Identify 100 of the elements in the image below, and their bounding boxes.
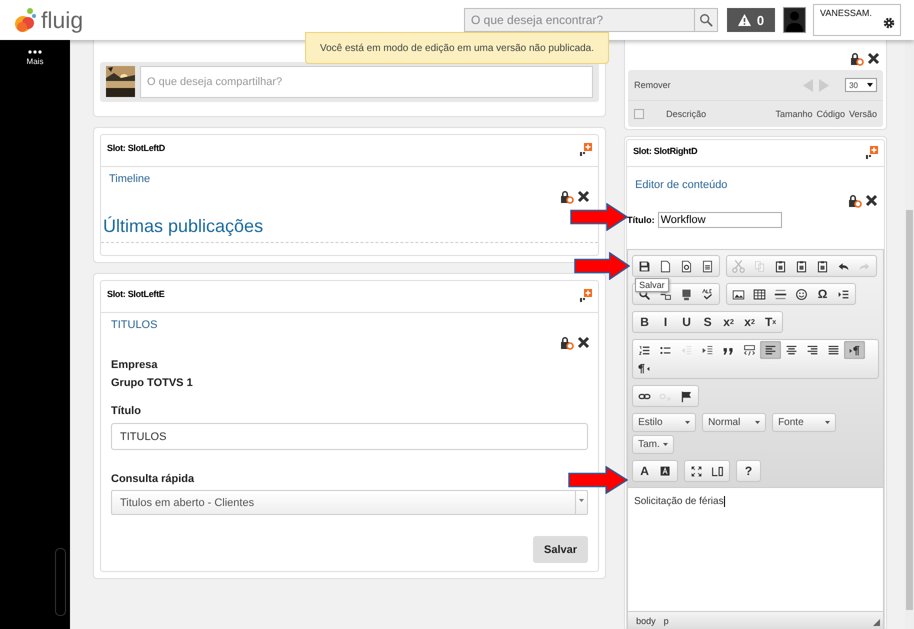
table-icon (753, 288, 766, 300)
format-button[interactable]: Ω (812, 285, 834, 303)
pilcrow-right-icon (848, 344, 862, 356)
add-widget-icon[interactable] (580, 289, 592, 302)
add-widget-icon[interactable] (866, 146, 878, 159)
format-button[interactable]: A (634, 462, 656, 480)
save-button[interactable]: Salvar (533, 536, 588, 563)
tooltip: Salvar (635, 278, 669, 292)
slot-title: Slot: SlotRightD (633, 146, 698, 156)
format-dropdown[interactable]: Normal (702, 413, 766, 432)
align-center-icon (785, 344, 798, 356)
toolbar-button[interactable] (760, 341, 782, 359)
format-button[interactable]: U (676, 313, 698, 331)
slot-title: Slot: SlotLeftE (107, 289, 164, 299)
format-dropdown[interactable]: Estilo (632, 413, 696, 432)
flag-icon (680, 390, 694, 402)
search-icon (699, 13, 713, 27)
justify-icon (827, 344, 840, 356)
format-button[interactable]: S (697, 313, 718, 331)
user-menu[interactable]: VANESSAM. (813, 4, 901, 36)
more-icon[interactable] (28, 50, 42, 54)
field-label: Título: (627, 215, 655, 225)
logo-text: fluig (41, 6, 84, 34)
caret-icon (663, 443, 668, 446)
background-color-icon (659, 464, 672, 478)
copy-icon (753, 260, 766, 272)
title-field[interactable]: TITULOS (111, 423, 588, 450)
format-dropdown[interactable]: Fonte (772, 413, 836, 432)
smiley-icon (795, 288, 808, 300)
resize-handle-icon[interactable] (873, 619, 880, 626)
path-item[interactable]: body (636, 616, 656, 626)
logo-icon (14, 6, 38, 34)
align-right-icon (806, 344, 820, 356)
widget-title: Editor de conteúdo (635, 179, 728, 191)
close-icon[interactable] (867, 52, 880, 65)
lock-icon[interactable] (559, 335, 574, 350)
format-dropdown[interactable]: Tam. (632, 435, 674, 454)
format-button[interactable]: ? (738, 462, 760, 480)
align-left-icon (764, 344, 778, 356)
pilcrow-left-icon (638, 362, 652, 374)
notice-banner: Você está em modo de edição em uma versão não publicada. (305, 32, 609, 64)
format-button[interactable]: I (655, 313, 676, 331)
clipboard-icon (795, 260, 808, 272)
lock-icon[interactable] (847, 193, 862, 208)
warning-icon (738, 14, 751, 26)
search-button[interactable] (694, 8, 718, 32)
alerts-button[interactable]: 0 (727, 8, 775, 32)
column-header: Descrição (666, 109, 706, 119)
div-container-icon (743, 344, 756, 356)
show-blocks-icon (711, 464, 724, 478)
scissors-icon (732, 260, 746, 272)
path-item[interactable]: p (664, 616, 669, 626)
widget-title: Timeline (109, 173, 150, 185)
page-size-dropdown[interactable]: 30 (845, 78, 878, 92)
close-icon[interactable] (865, 194, 878, 207)
lock-icon[interactable] (849, 51, 864, 66)
arrow-annotation (570, 203, 628, 231)
scroll-handle[interactable] (55, 548, 66, 616)
title-field[interactable]: Workflow (658, 212, 782, 228)
maximize-icon (690, 464, 704, 478)
spellcheck-icon (701, 288, 714, 300)
checkbox[interactable] (634, 109, 644, 119)
field-value: Grupo TOTVS 1 (111, 377, 194, 389)
caret-icon (579, 499, 584, 502)
lock-icon[interactable] (559, 189, 574, 204)
select-all-icon (680, 288, 694, 300)
avatar-icon[interactable] (783, 7, 806, 33)
field-label: Consulta rápida (111, 473, 196, 485)
remove-link[interactable]: Remover (634, 80, 671, 90)
clipboard-icon (774, 260, 788, 272)
caret-icon (867, 83, 874, 87)
toolbar-button[interactable] (844, 341, 866, 359)
caret-icon (755, 421, 760, 424)
field-label: Título (111, 405, 142, 417)
caret-icon (685, 421, 690, 424)
format-button[interactable]: x$^{2}$ (739, 313, 760, 331)
format-button[interactable]: B (634, 313, 656, 331)
sidebar-item[interactable]: Mais (26, 57, 44, 66)
page-icon (659, 260, 672, 272)
section-heading: Últimas publicações (103, 216, 264, 237)
page-magnifier-icon (680, 260, 694, 272)
search-field[interactable]: O que deseja encontrar? (464, 8, 694, 32)
share-field[interactable]: O que deseja compartilhar? (140, 66, 594, 98)
caret-icon (825, 421, 830, 424)
widget-title: TITULOS (111, 319, 158, 331)
outdent-icon (680, 344, 694, 356)
horizontal-line-icon (774, 288, 788, 300)
field-label: Empresa (111, 359, 158, 371)
numbered-list-icon (638, 344, 652, 356)
close-icon[interactable] (577, 190, 590, 203)
close-icon[interactable] (577, 336, 590, 349)
column-header: Código (816, 109, 846, 119)
slot-title: Slot: SlotLeftD (107, 143, 165, 153)
add-widget-icon[interactable] (580, 143, 592, 156)
image-icon (732, 288, 746, 300)
clipboard-icon (816, 260, 830, 272)
document-icon (701, 260, 714, 272)
settings-icon[interactable] (883, 17, 895, 29)
page-break-icon (837, 288, 850, 300)
query-dropdown[interactable]: Titulos em aberto - Clientes (111, 490, 588, 515)
